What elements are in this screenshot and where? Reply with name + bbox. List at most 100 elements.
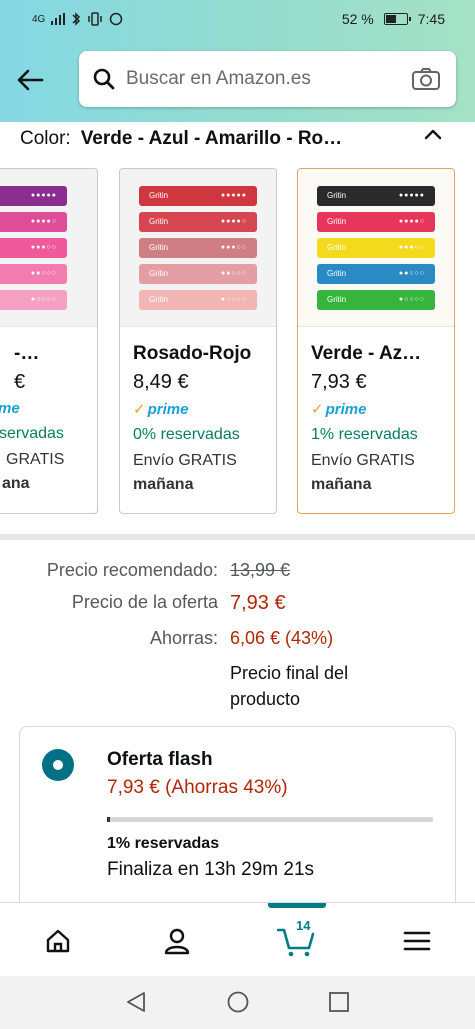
band-strength-dots: ●○○○○	[220, 296, 247, 303]
back-button[interactable]	[12, 62, 48, 98]
prime-check-icon: ✓	[133, 401, 146, 418]
band-strength-dots: ●●●○○	[398, 244, 425, 251]
variant-reserved: 1% reservadas	[311, 426, 418, 443]
resistance-band-image: Gritin ●○○○○	[317, 289, 435, 310]
hamburger-menu-icon	[403, 931, 431, 951]
band-strength-dots: ●●○○○	[30, 270, 57, 277]
offer-price-label: Precio de la oferta	[71, 592, 218, 612]
variant-carousel[interactable]: Gritin ●●●●● Gritin ●●●●○ Gritin ●●●○○ Gritin ●…	[0, 168, 475, 516]
band-brand-label: Gritin	[327, 243, 347, 252]
resistance-band-image: Gritin●●○○○	[0, 263, 67, 284]
color-value: Verde - Azul - Amarillo - Ro…	[80, 128, 343, 149]
savings-row: Ahorras: 6,06 € (43%)	[0, 628, 475, 654]
variant-price: €	[14, 371, 26, 393]
user-icon	[164, 928, 190, 955]
status-left-icons: 4G	[32, 12, 123, 26]
deal-countdown: Finaliza en 13h 29m 21s	[107, 859, 315, 880]
offer-price-row: Precio de la oferta 7,93 €	[0, 592, 475, 620]
search-bar[interactable]	[79, 51, 456, 107]
band-brand-label: Gritin	[327, 295, 347, 304]
resistance-band-image: Gritin ●●●●○	[317, 211, 435, 232]
prime-badge: me	[0, 400, 97, 417]
band-brand-label: Gritin	[149, 191, 169, 200]
bottom-tab-bar: 14	[0, 902, 475, 976]
system-navigation-bar	[0, 976, 475, 1029]
resistance-band-image: Gritin ●●●○○	[317, 237, 435, 258]
band-strength-dots: ●●●●○	[220, 218, 247, 225]
active-tab-indicator	[268, 903, 326, 908]
band-strength-dots: ●○○○○	[30, 296, 57, 303]
variant-card[interactable]: Gritin●●●●● Gritin●●●●○ Gritin●●●○○ Gritin●…	[0, 168, 98, 514]
band-strength-dots: ●●●●●	[220, 192, 247, 199]
resistance-band-image: Gritin●●○○○	[317, 263, 435, 284]
flash-deal-option[interactable]: Oferta flash 7,93 € (Ahorras 43%) 1% res…	[19, 726, 456, 916]
band-brand-label: Gritin	[149, 269, 169, 278]
tab-cart[interactable]: 14	[277, 918, 317, 961]
recommended-price-value: 13,99 €	[230, 560, 291, 580]
final-price-note: Precio final del producto	[230, 660, 460, 712]
cart-count-badge: 14	[296, 918, 311, 933]
variant-name: -…	[14, 343, 40, 364]
resistance-band-image: Gritin ●○○○○	[139, 289, 257, 310]
savings-value: 6,06 € (43%)	[230, 628, 334, 648]
resistance-band-image: Gritin ●●●●●	[139, 185, 257, 206]
deal-claimed-progress	[107, 817, 433, 822]
tab-menu[interactable]	[397, 921, 437, 961]
band-brand-label: Gritin	[327, 191, 347, 200]
variant-shipping: GRATIS	[6, 451, 65, 468]
resistance-band-image: Gritin●●●○○	[139, 237, 257, 258]
savings-label: Ahorras:	[149, 628, 218, 648]
prime-badge: ✓ prime	[311, 400, 454, 419]
variant-image: Gritin ●●●●● Gritin ●●●●○ Gritin ●●●○○ Gritin ●…	[298, 169, 454, 327]
prime-label: me	[0, 400, 20, 417]
tab-account[interactable]	[157, 921, 197, 961]
clock: 7:45	[417, 11, 445, 27]
home-circle-icon[interactable]	[226, 990, 250, 1014]
flash-deal-radio[interactable]	[42, 749, 74, 781]
band-strength-dots: ●●●●○	[398, 218, 425, 225]
resistance-band-image: Gritin●●●●●	[0, 185, 67, 206]
search-icon	[93, 68, 115, 90]
resistance-band-image: Gritin●●●○○	[0, 237, 67, 258]
resistance-band-image: Gritin ●●○○○	[139, 263, 257, 284]
search-input[interactable]	[126, 68, 396, 90]
band-strength-dots: ●●○○○	[398, 270, 425, 277]
variant-name: Rosado-Rojo	[133, 343, 252, 364]
back-triangle-icon[interactable]	[124, 990, 148, 1014]
resistance-band-image: Gritin ●●●●○	[139, 211, 257, 232]
battery-percent: 52 %	[341, 11, 374, 27]
final-price-note-line1: Precio final del	[230, 663, 349, 683]
status-bar: 4G 52 % 7:45	[0, 0, 475, 40]
signal-icon	[51, 13, 66, 25]
flash-deal-price: 7,93 € (Ahorras 43%)	[107, 777, 288, 798]
variant-name: Verde - Az…	[311, 343, 422, 364]
band-brand-label: Gritin	[327, 217, 347, 226]
tab-home[interactable]	[38, 921, 78, 961]
offer-price-value: 7,93 €	[230, 592, 286, 614]
variant-delivery-day: ana	[2, 475, 30, 492]
prime-badge: ✓ prime	[133, 400, 276, 419]
band-strength-dots: ●●●●○	[30, 218, 57, 225]
variant-reserved: 0% reservadas	[133, 426, 240, 443]
battery-icon	[383, 13, 411, 25]
band-strength-dots: ●●○○○	[220, 270, 247, 277]
chevron-up-icon[interactable]	[421, 122, 445, 146]
resistance-band-image: Gritin●●●●○	[0, 211, 67, 232]
variant-price: 8,49 €	[133, 371, 189, 393]
deal-claimed-fill	[107, 817, 111, 822]
recents-square-icon[interactable]	[327, 990, 351, 1014]
variant-card[interactable]: Gritin●●●●●Gritin●●●●○Gritin●●●○○Gritin●…	[119, 168, 277, 514]
band-strength-dots: ●●●●●	[398, 192, 425, 199]
band-brand-label: Gritin	[149, 217, 169, 226]
bluetooth-icon	[72, 12, 81, 26]
color-selector[interactable]: Color: Verde - Azul - Amarillo - Ro…	[20, 125, 460, 153]
arrow-left-icon	[17, 69, 44, 91]
final-price-note-line2: producto	[230, 689, 301, 709]
band-strength-dots: ●●●○○	[220, 244, 247, 251]
color-label: Color:	[20, 128, 71, 149]
flash-deal-title: Oferta flash	[107, 749, 213, 770]
vibrate-icon	[88, 12, 103, 26]
band-strength-dots: ●●●●●	[30, 192, 57, 199]
camera-icon[interactable]	[411, 67, 441, 91]
variant-card-selected[interactable]: Gritin ●●●●● Gritin ●●●●○ Gritin ●●●○○ Gritin ●…	[297, 168, 455, 514]
